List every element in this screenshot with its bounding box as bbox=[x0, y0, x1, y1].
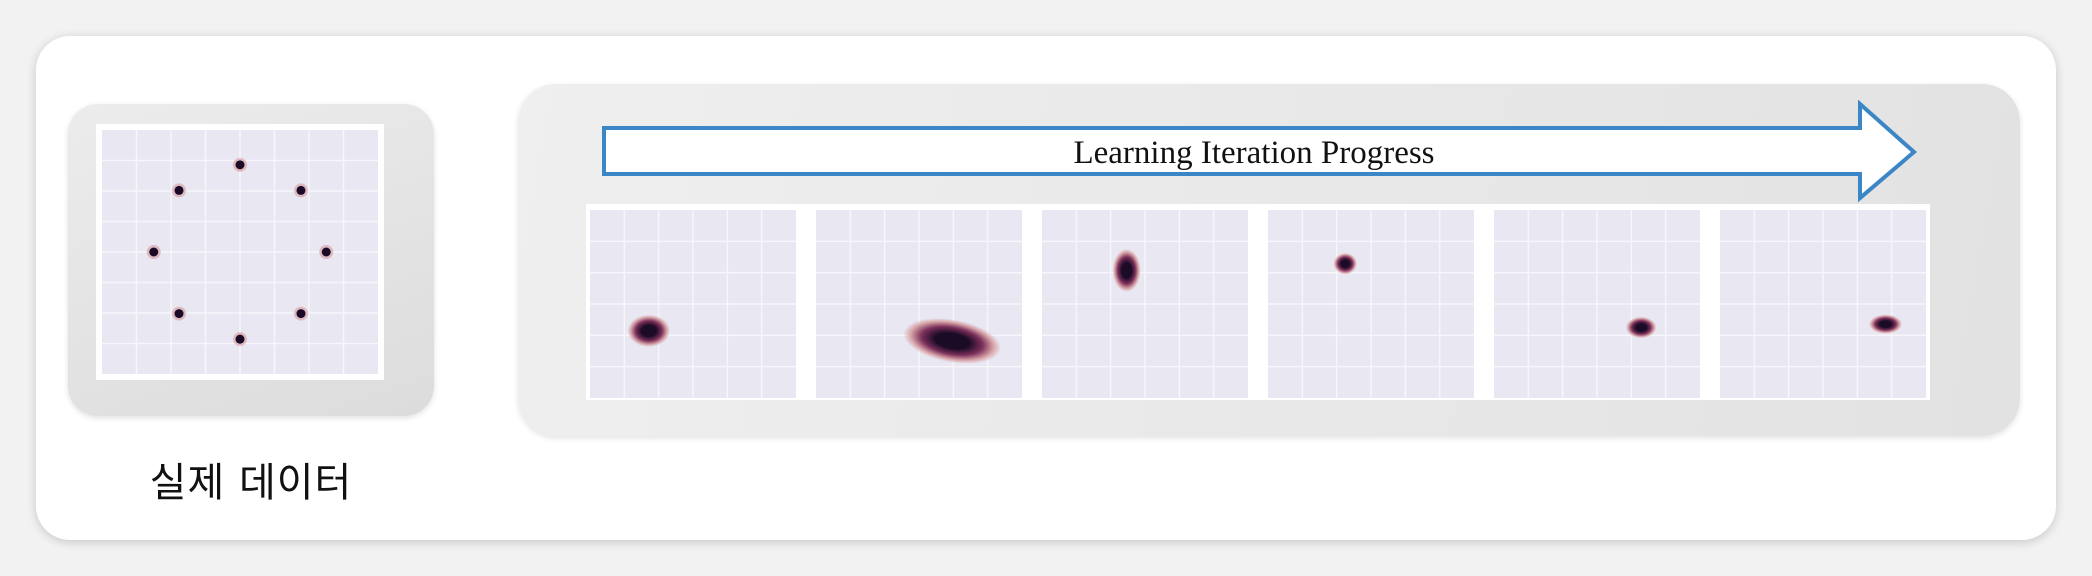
real-data-label: 실제 데이터 bbox=[149, 460, 353, 506]
density-blob bbox=[1869, 314, 1903, 334]
density-blob bbox=[627, 314, 671, 347]
iteration-density-3 bbox=[1042, 210, 1248, 398]
iteration-plot-2 bbox=[816, 210, 1022, 398]
data-point bbox=[296, 185, 306, 195]
iteration-plots-strip bbox=[586, 204, 1930, 400]
data-point bbox=[174, 309, 184, 319]
progress-arrow-label: Learning Iteration Progress bbox=[1073, 135, 1435, 171]
data-point bbox=[296, 309, 306, 319]
iteration-plot-4 bbox=[1268, 210, 1474, 398]
data-point bbox=[235, 160, 245, 170]
iteration-plot-6 bbox=[1720, 210, 1926, 398]
iteration-density-5 bbox=[1494, 210, 1700, 398]
iteration-plot-5 bbox=[1494, 210, 1700, 398]
iteration-plot-3 bbox=[1042, 210, 1248, 398]
data-point bbox=[149, 247, 159, 257]
iteration-density-6 bbox=[1720, 210, 1926, 398]
data-point bbox=[174, 185, 184, 195]
density-blob bbox=[1333, 252, 1358, 275]
iteration-plot-1 bbox=[590, 210, 796, 398]
data-point bbox=[235, 334, 245, 344]
iteration-density-4 bbox=[1268, 210, 1474, 398]
iteration-density-2 bbox=[816, 210, 1022, 398]
data-point bbox=[321, 247, 331, 257]
iteration-density-1 bbox=[590, 210, 796, 398]
density-blob bbox=[1625, 316, 1657, 339]
density-blob bbox=[1112, 248, 1141, 292]
real-data-plot bbox=[96, 124, 384, 380]
real-data-scatter bbox=[96, 124, 384, 380]
